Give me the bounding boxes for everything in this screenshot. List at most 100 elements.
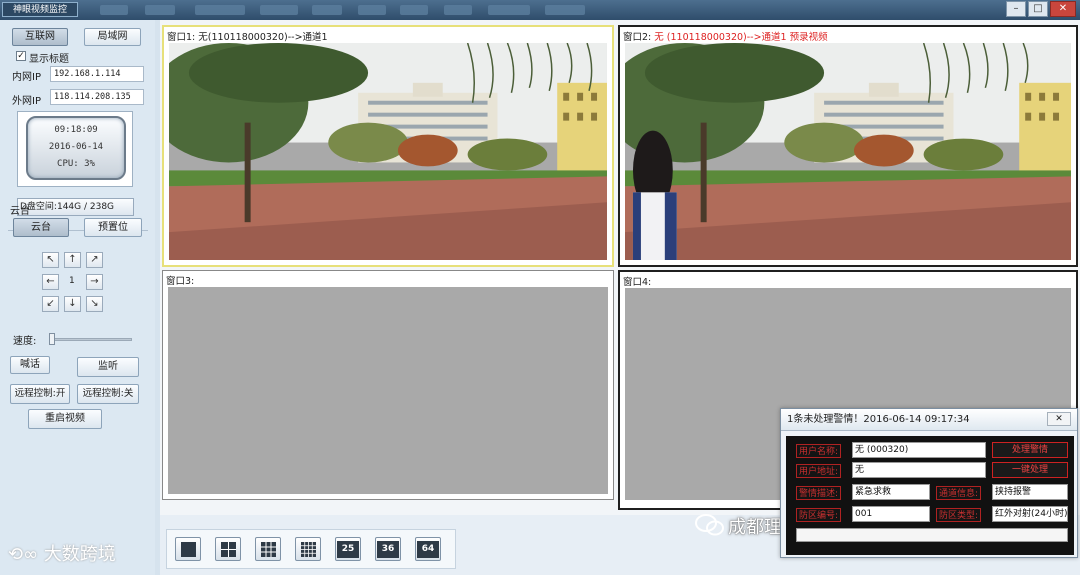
handle-alarm-button[interactable]: 处理警情	[992, 442, 1068, 458]
preset-button[interactable]: 预置位	[84, 218, 142, 237]
layout-single-icon	[181, 542, 196, 557]
ptz-button[interactable]: 云台	[13, 218, 69, 237]
layout-64-label: 64	[417, 541, 439, 558]
title-bar: 神眼视频监控 – □ ✕	[0, 0, 1080, 20]
clock-panel: 09:18:09 2016-06-14 CPU: 3%	[17, 111, 133, 187]
window-controls: – □ ✕	[1006, 1, 1076, 17]
campus-scene-image	[169, 43, 607, 260]
show-title-label: 显示标题	[29, 54, 69, 65]
control-panel: 互联网 局域网 ✓ 显示标题 内网IP 192.168.1.114 外网IP 1…	[0, 20, 155, 575]
minimize-icon[interactable]: –	[1006, 1, 1026, 17]
ptz-step-value: 1	[69, 276, 75, 286]
defense-zone-field[interactable]: 001	[852, 506, 930, 522]
pane-1-prefix: 窗口1:	[167, 32, 196, 43]
channel-info-field[interactable]: 挟持报警	[992, 484, 1068, 500]
disk-space: D盘空间:144G / 238G	[17, 198, 134, 216]
layout-16-button[interactable]	[295, 537, 321, 561]
cpu-usage: CPU: 3%	[57, 159, 95, 169]
menu-item[interactable]	[145, 5, 175, 15]
close-icon[interactable]: ✕	[1050, 1, 1076, 17]
menu-item[interactable]	[260, 5, 298, 15]
layout-button-group: 25 36 64	[166, 529, 456, 569]
campus-scene-image	[625, 43, 1071, 260]
remote-off-button[interactable]: 远程控制:关	[77, 384, 139, 404]
ptz-down-left-icon[interactable]: ↙	[42, 296, 59, 312]
remote-on-button[interactable]: 远程控制:开	[10, 384, 70, 404]
talk-button[interactable]: 喊话	[10, 356, 50, 374]
layout-4-button[interactable]	[215, 537, 241, 561]
ptz-section-label: 云台	[10, 206, 30, 217]
listen-button[interactable]: 监听	[77, 357, 139, 377]
wechat-icon	[695, 514, 724, 536]
menu-item[interactable]	[100, 5, 128, 15]
internet-button[interactable]: 互联网	[12, 28, 68, 46]
layout-9-button[interactable]	[255, 537, 281, 561]
menu-item[interactable]	[358, 5, 386, 15]
restart-video-button[interactable]: 重启视频	[28, 409, 102, 429]
menu-item[interactable]	[400, 5, 428, 15]
maximize-icon[interactable]: □	[1028, 1, 1048, 17]
pane-2-video	[625, 43, 1071, 260]
layout-25-label: 25	[337, 541, 359, 558]
pane-4-title: 窗口4:	[623, 277, 652, 288]
layout-sixteen-icon	[301, 542, 316, 557]
user-name-field[interactable]: 无 (000320)	[852, 442, 986, 458]
video-pane-1[interactable]: 窗口1: 无(110118000320)-->通道1	[162, 25, 614, 267]
pane-1-title: 窗口1: 无(110118000320)-->通道1	[167, 29, 328, 43]
menu-item[interactable]	[195, 5, 245, 15]
menu-item[interactable]	[444, 5, 472, 15]
outer-ip-field[interactable]: 118.114.208.135	[50, 89, 144, 105]
layout-36-button[interactable]: 36	[375, 537, 401, 561]
pane-1-channel: 无(110118000320)-->通道1	[198, 32, 328, 43]
clock-date: 2016-06-14	[48, 142, 104, 152]
speed-slider-thumb[interactable]	[49, 333, 55, 345]
lan-button[interactable]: 局域网	[84, 28, 141, 46]
layout-quad-icon	[221, 542, 236, 557]
inner-ip-label: 内网IP	[12, 72, 41, 83]
ptz-right-icon[interactable]: →	[86, 274, 103, 290]
defense-zone-label: 防区编号:	[796, 508, 842, 522]
user-address-field[interactable]: 无	[852, 462, 986, 478]
one-key-handle-button[interactable]: 一键处理	[992, 462, 1068, 478]
layout-36-label: 36	[377, 541, 399, 558]
watermark-left-text: 大数跨境	[43, 544, 116, 565]
speed-slider-track[interactable]	[50, 338, 132, 341]
ptz-left-icon[interactable]: ←	[42, 274, 59, 290]
alarm-dialog: 1条未处理警情！2016-06-14 09:17:34 ✕ 用户名称: 无 (0…	[780, 408, 1078, 558]
app-title: 神眼视频监控	[2, 2, 78, 17]
layout-1-button[interactable]	[175, 537, 201, 561]
alarm-body: 用户名称: 无 (000320) 处理警情 用户地址: 无 一键处理 警情描述:…	[786, 436, 1074, 555]
ptz-up-left-icon[interactable]: ↖	[42, 252, 59, 268]
zone-type-field[interactable]: 红外对射(24小时)	[992, 506, 1068, 522]
ptz-down-right-icon[interactable]: ↘	[86, 296, 103, 312]
show-title-checkbox[interactable]: ✓	[16, 51, 26, 61]
speed-label: 速度:	[13, 336, 37, 347]
watermark-logo-icon: ⟲∞	[8, 544, 44, 565]
clock-time: 09:18:09	[54, 125, 98, 135]
zone-type-label: 防区类型:	[936, 508, 982, 522]
menu-item[interactable]	[312, 5, 342, 15]
pane-2-channel: 无 (110118000320)-->通道1 预录视频	[654, 32, 828, 43]
layout-25-button[interactable]: 25	[335, 537, 361, 561]
pane-2-prefix: 窗口2:	[623, 32, 652, 43]
watermark-left: ⟲∞ 大数跨境	[8, 540, 116, 566]
alarm-desc-field[interactable]: 紧急求救	[852, 484, 930, 500]
video-pane-2[interactable]: 窗口2: 无 (110118000320)-->通道1 预录视频	[618, 25, 1078, 267]
ptz-down-icon[interactable]: ↓	[64, 296, 81, 312]
channel-info-label: 通道信息:	[936, 486, 982, 500]
menu-item[interactable]	[488, 5, 530, 15]
layout-nine-icon	[261, 542, 276, 557]
video-pane-3[interactable]: 窗口3:	[162, 270, 614, 500]
pane-1-video	[169, 43, 607, 260]
inner-ip-field[interactable]: 192.168.1.114	[50, 66, 144, 82]
alarm-close-icon[interactable]: ✕	[1047, 412, 1071, 426]
ptz-up-right-icon[interactable]: ↗	[86, 252, 103, 268]
user-name-label: 用户名称:	[796, 444, 842, 458]
outer-ip-label: 外网IP	[12, 96, 41, 107]
clock-display: 09:18:09 2016-06-14 CPU: 3%	[26, 116, 126, 180]
layout-64-button[interactable]: 64	[415, 537, 441, 561]
ptz-up-icon[interactable]: ↑	[64, 252, 81, 268]
menu-item[interactable]	[545, 5, 585, 15]
pane-2-title: 窗口2: 无 (110118000320)-->通道1 预录视频	[623, 29, 828, 43]
alarm-notes-field[interactable]	[796, 528, 1068, 542]
